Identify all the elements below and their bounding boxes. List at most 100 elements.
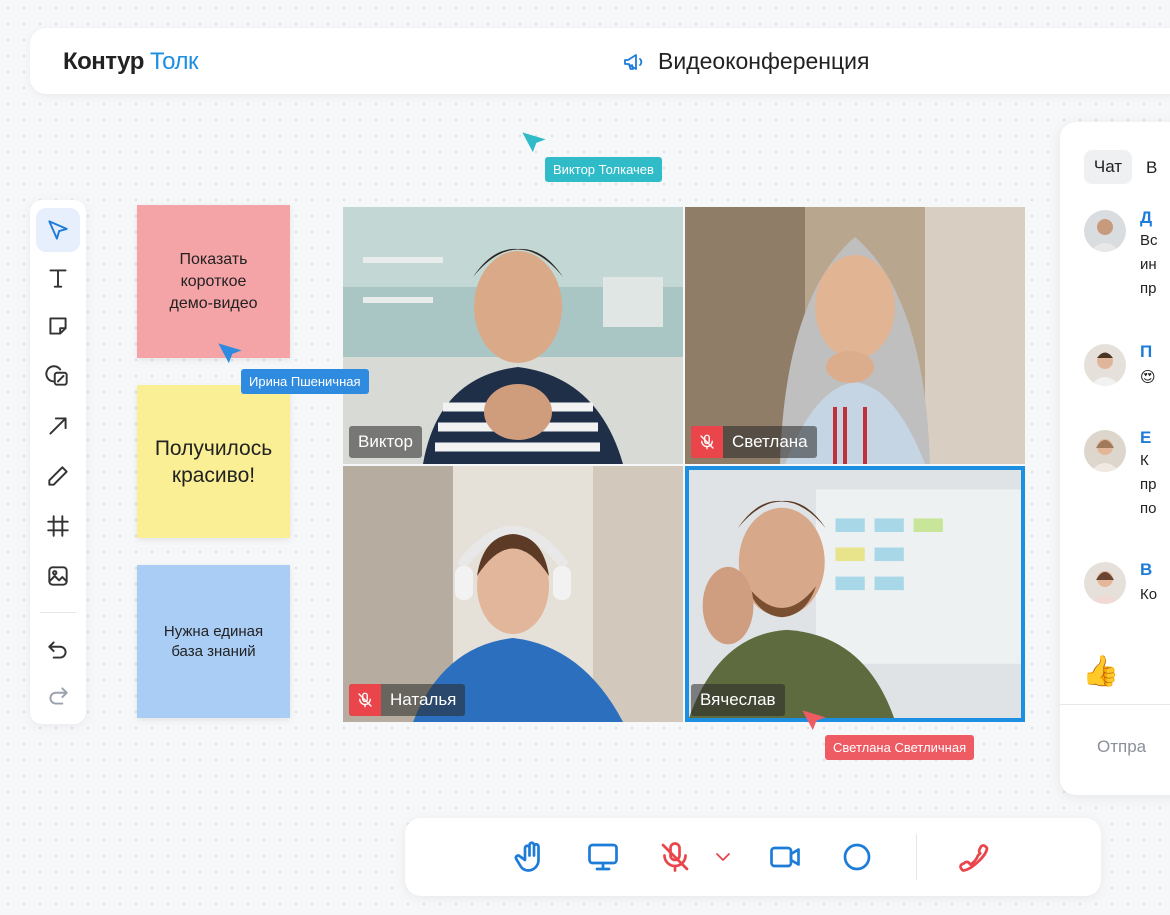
cursor-arrow-icon: [218, 343, 242, 364]
select-tool[interactable]: [36, 208, 80, 252]
toolbar-divider: [40, 612, 76, 613]
meeting-title: Видеоконференция: [622, 48, 869, 75]
cursor-arrow-icon: [802, 710, 826, 731]
video-frame-image: [689, 470, 1021, 718]
sticky-note-tool[interactable]: [36, 304, 80, 348]
sticky-note-icon: [49, 317, 67, 335]
cursor-label: Виктор Толкачев: [545, 157, 662, 182]
message-line: по: [1140, 500, 1157, 517]
screen-share-button[interactable]: [583, 837, 623, 877]
shapes-icon: [45, 365, 68, 386]
top-header: Контур Толк Видеоконференция: [30, 28, 1170, 94]
message-author[interactable]: Е: [1140, 428, 1151, 448]
shapes-tool[interactable]: [36, 354, 80, 398]
participant-name-tag: Вячеслав: [691, 684, 785, 716]
record-button[interactable]: [837, 837, 877, 877]
cursor-label: Ирина Пшеничная: [241, 369, 369, 394]
image-tool[interactable]: [36, 554, 80, 598]
message-line: К: [1140, 452, 1149, 469]
megaphone-icon: [624, 53, 643, 70]
chevron-down-icon: [716, 853, 730, 861]
video-camera-icon: [770, 846, 800, 868]
sticky-line: Показать: [179, 250, 248, 268]
microphone-button[interactable]: [655, 837, 695, 877]
mic-options-button[interactable]: [703, 837, 743, 877]
camera-button[interactable]: [765, 837, 805, 877]
message-author[interactable]: Д: [1140, 208, 1152, 228]
phone-icon: [959, 844, 989, 872]
arrow-icon: [49, 417, 67, 435]
mic-off-icon: [700, 434, 714, 450]
mic-off-icon: [358, 692, 372, 708]
avatar-image: [1084, 562, 1126, 604]
sticky-note-text: Получилось красиво!: [155, 435, 272, 489]
text-icon: [49, 269, 67, 288]
avatar[interactable]: [1084, 344, 1126, 386]
hang-up-button[interactable]: [955, 837, 995, 877]
message-author[interactable]: П: [1140, 342, 1152, 362]
message-line: 😍: [1140, 369, 1156, 386]
mic-muted-badge: [691, 426, 723, 458]
controls-divider: [916, 834, 917, 880]
chat-divider: [1060, 704, 1170, 705]
sticky-line: Получилось: [154, 436, 273, 460]
sticky-line: Нужна единая: [163, 622, 264, 640]
participant-name-tag: Наталья: [349, 684, 466, 716]
sticky-note-text: Нужна единая база знаний: [164, 622, 263, 662]
avatar[interactable]: [1084, 210, 1126, 252]
message-line: пр: [1140, 476, 1157, 493]
call-controls-bar: [405, 818, 1101, 896]
avatar[interactable]: [1084, 562, 1126, 604]
mic-off-icon: [661, 842, 689, 872]
avatar-image: [1084, 210, 1126, 252]
mic-muted-badge: [349, 684, 381, 716]
sticky-note-nice[interactable]: Получилось красиво!: [137, 385, 290, 538]
sticky-note-demo[interactable]: Показать короткое демо-видео: [137, 205, 290, 358]
frame-icon: [47, 515, 69, 537]
message-line: пр: [1140, 280, 1157, 297]
cursor-arrow-icon: [48, 220, 68, 240]
avatar-image: [1084, 430, 1126, 472]
whiteboard-toolbar: [30, 200, 86, 724]
avatar[interactable]: [1084, 430, 1126, 472]
text-tool[interactable]: [36, 256, 80, 300]
redo-tool[interactable]: [36, 674, 80, 718]
chat-panel: Чат В Д Вс ин пр П 😍 Е К пр по В Ко 👍 От…: [1060, 122, 1170, 795]
hand-icon: [514, 841, 540, 872]
avatar-image: [1084, 344, 1126, 386]
thumbs-up-reaction[interactable]: 👍: [1082, 654, 1119, 689]
message-line: ин: [1140, 256, 1157, 273]
undo-icon: [48, 641, 67, 659]
brand-logo[interactable]: Контур Толк: [63, 48, 198, 76]
redo-icon: [49, 687, 68, 705]
chat-message-input[interactable]: Отпра: [1097, 737, 1146, 757]
cursor-arrow-icon: [522, 132, 546, 153]
monitor-icon: [588, 843, 618, 871]
participant-name-tag: Светлана: [691, 426, 817, 458]
video-tile-vyacheslav[interactable]: Вячеслав: [685, 466, 1025, 722]
cursor-label: Светлана Светличная: [825, 735, 975, 760]
participant-name-tag: Виктор: [349, 426, 422, 458]
sticky-line: демо-видео: [169, 294, 258, 312]
tab-second[interactable]: В: [1146, 158, 1157, 178]
frame-tool[interactable]: [36, 504, 80, 548]
message-line: Ко: [1140, 586, 1158, 603]
undo-tool[interactable]: [36, 628, 80, 672]
sticky-line: короткое: [180, 272, 247, 290]
message-author[interactable]: В: [1140, 560, 1152, 580]
raise-hand-button[interactable]: [511, 837, 551, 877]
sticky-note-text: Показать короткое демо-видео: [169, 249, 257, 315]
image-icon: [48, 566, 68, 586]
arrow-tool[interactable]: [36, 404, 80, 448]
message-line: Вс: [1140, 232, 1158, 249]
pencil-icon: [48, 466, 68, 486]
video-tile-viktor[interactable]: Виктор: [343, 207, 683, 464]
sticky-line: красиво!: [171, 463, 256, 487]
circle-icon: [843, 843, 871, 871]
tab-chat[interactable]: Чат: [1084, 150, 1132, 184]
sticky-note-knowledge[interactable]: Нужна единая база знаний: [137, 565, 290, 718]
sticky-line: база знаний: [171, 642, 256, 660]
video-tile-natalia[interactable]: Наталья: [343, 466, 683, 722]
video-tile-svetlana[interactable]: Светлана: [685, 207, 1025, 464]
pencil-tool[interactable]: [36, 454, 80, 498]
